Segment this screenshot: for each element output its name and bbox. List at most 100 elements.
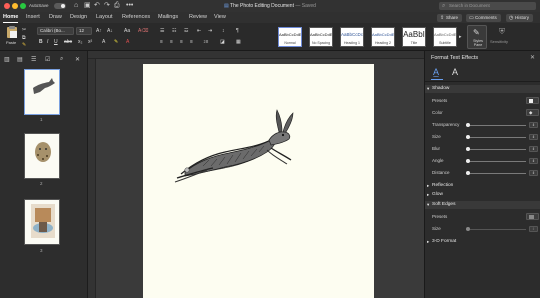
search-icon[interactable]: ⌕	[60, 56, 63, 63]
redo-icon[interactable]: ↷	[104, 2, 110, 10]
font-size-select[interactable]: 12	[76, 27, 92, 35]
page-thumbnail[interactable]	[24, 69, 60, 115]
tab-view[interactable]: View	[214, 12, 226, 23]
sensitivity-button[interactable]: ⛨ Sensitivity	[490, 25, 516, 49]
search-input[interactable]: ⌕ Search in Document	[439, 2, 536, 10]
line-spacing-icon[interactable]: ↕≡	[203, 39, 208, 45]
print-icon[interactable]: ⎙	[114, 2, 120, 10]
bold-icon[interactable]: B	[39, 39, 43, 45]
numbering-icon[interactable]: ☷	[172, 28, 176, 34]
page-thumbnail[interactable]	[24, 199, 60, 245]
shadow-section-header[interactable]: ▾ Shadow	[425, 85, 540, 93]
more-icon[interactable]: •••	[126, 2, 133, 10]
tab-design[interactable]: Design	[70, 12, 87, 23]
close-icon[interactable]: ✕	[75, 56, 80, 63]
slider-knob[interactable]	[466, 159, 470, 163]
multilevel-list-icon[interactable]: ☲	[184, 28, 188, 34]
3d-format-section-header[interactable]: ▸ 3-D Format	[425, 238, 540, 246]
horizontal-ruler[interactable]	[88, 51, 424, 59]
vertical-ruler[interactable]	[88, 59, 96, 298]
font-color-icon[interactable]: A	[126, 39, 129, 45]
checklist-icon[interactable]: ☑	[45, 56, 50, 63]
slider-knob[interactable]	[466, 123, 470, 127]
text-effects-icon[interactable]: A	[452, 67, 458, 77]
tab-references[interactable]: References	[122, 12, 150, 23]
bullets-icon[interactable]: ☰	[160, 28, 164, 34]
close-window-button[interactable]	[4, 3, 10, 9]
save-icon[interactable]: ▣	[84, 2, 91, 10]
subscript-icon[interactable]: x₂	[78, 39, 82, 45]
italic-icon[interactable]: I	[47, 39, 48, 45]
minimize-window-button[interactable]	[12, 3, 18, 9]
sort-icon[interactable]: ↕	[222, 28, 225, 34]
document-page[interactable]	[143, 64, 374, 298]
tab-review[interactable]: Review	[189, 12, 207, 23]
share-button[interactable]: ⇪ Share	[437, 13, 463, 22]
soft-edges-presets-dropdown[interactable]	[526, 213, 539, 220]
page-thumbnail[interactable]	[24, 133, 60, 179]
thumbnails-icon[interactable]: ▤	[17, 56, 23, 63]
style-subtitle[interactable]: AaBbCcDdEe Subtitle	[433, 27, 457, 47]
decrease-indent-icon[interactable]: ⇤	[197, 28, 201, 34]
style-normal[interactable]: AaBbCcDdEe Normal	[278, 27, 302, 47]
distance-slider[interactable]	[466, 171, 526, 175]
clear-formatting-icon[interactable]: A⌫	[138, 28, 148, 34]
change-case-icon[interactable]: Aa	[124, 28, 130, 34]
transparency-stepper[interactable]: ⇕	[529, 122, 538, 128]
grow-font-icon[interactable]: A↑	[96, 28, 102, 34]
comments-button[interactable]: ▭ Comments	[466, 13, 501, 22]
reflection-section-header[interactable]: ▸ Reflection	[425, 182, 540, 190]
style-heading-2[interactable]: AaBbCcDdE Heading 2	[371, 27, 395, 47]
shading-icon[interactable]: ◪	[220, 39, 225, 45]
tab-draw[interactable]: Draw	[49, 12, 62, 23]
shadow-presets-dropdown[interactable]	[526, 97, 539, 104]
shrink-font-icon[interactable]: A↓	[107, 28, 113, 34]
style-no-spacing[interactable]: AaBbCcDdEe No Spacing	[309, 27, 333, 47]
paste-button[interactable]: Paste	[5, 25, 19, 49]
tab-mailings[interactable]: Mailings	[158, 12, 178, 23]
styles-gallery-more-icon[interactable]: ▸	[459, 34, 462, 40]
transparency-slider[interactable]	[466, 123, 526, 127]
highlight-icon[interactable]: ✎	[114, 39, 118, 45]
size-slider[interactable]	[466, 135, 526, 139]
soft-edges-section-header[interactable]: ▾ Soft Edges	[425, 201, 540, 209]
text-effects-icon[interactable]: A	[102, 39, 105, 45]
text-fill-icon[interactable]: A̲	[433, 67, 439, 77]
tab-insert[interactable]: Insert	[26, 12, 40, 23]
styles-pane-button[interactable]: ✎ Styles Pane	[467, 25, 487, 49]
superscript-icon[interactable]: x²	[88, 39, 92, 45]
autosave-toggle[interactable]	[54, 3, 66, 9]
align-right-icon[interactable]: ≡	[180, 39, 183, 45]
tab-layout[interactable]: Layout	[96, 12, 113, 23]
align-center-icon[interactable]: ≡	[170, 39, 173, 45]
history-button[interactable]: ◷ History	[506, 13, 534, 22]
style-title[interactable]: AaBbI Title	[402, 27, 426, 47]
justify-icon[interactable]: ≡	[190, 39, 193, 45]
strikethrough-icon[interactable]: abc	[64, 39, 72, 45]
shadow-color-picker[interactable]: ◆	[526, 109, 539, 116]
soft-edges-size-stepper[interactable]: ⇕	[529, 226, 538, 232]
home-icon[interactable]: ⌂	[74, 2, 78, 10]
slider-knob[interactable]	[466, 147, 470, 151]
slider-knob[interactable]	[466, 227, 470, 231]
style-heading-1[interactable]: AaBbCcDc Heading 1	[340, 27, 364, 47]
angle-slider[interactable]	[466, 159, 526, 163]
blur-slider[interactable]	[466, 147, 526, 151]
undo-icon[interactable]: ↶	[94, 2, 100, 10]
angle-stepper[interactable]: ⇕	[529, 158, 538, 164]
size-stepper[interactable]: ⇕	[529, 134, 538, 140]
glow-section-header[interactable]: ▸ Glow	[425, 191, 540, 199]
soft-edges-size-slider[interactable]	[466, 227, 526, 231]
document-map-icon[interactable]: ☰	[31, 56, 36, 63]
slider-knob[interactable]	[466, 135, 470, 139]
font-name-select[interactable]: Calibri (Bo...	[37, 27, 74, 35]
format-painter-icon[interactable]: ✎	[22, 42, 26, 48]
copy-icon[interactable]: ⧉	[22, 35, 26, 41]
borders-icon[interactable]: ▦	[236, 39, 241, 45]
zoom-window-button[interactable]	[20, 3, 26, 9]
underline-icon[interactable]: U	[54, 39, 58, 45]
hare-drawing-image[interactable]	[173, 104, 303, 184]
slider-knob[interactable]	[466, 171, 470, 175]
align-left-icon[interactable]: ≡	[160, 39, 163, 45]
distance-stepper[interactable]: ⇕	[529, 170, 538, 176]
